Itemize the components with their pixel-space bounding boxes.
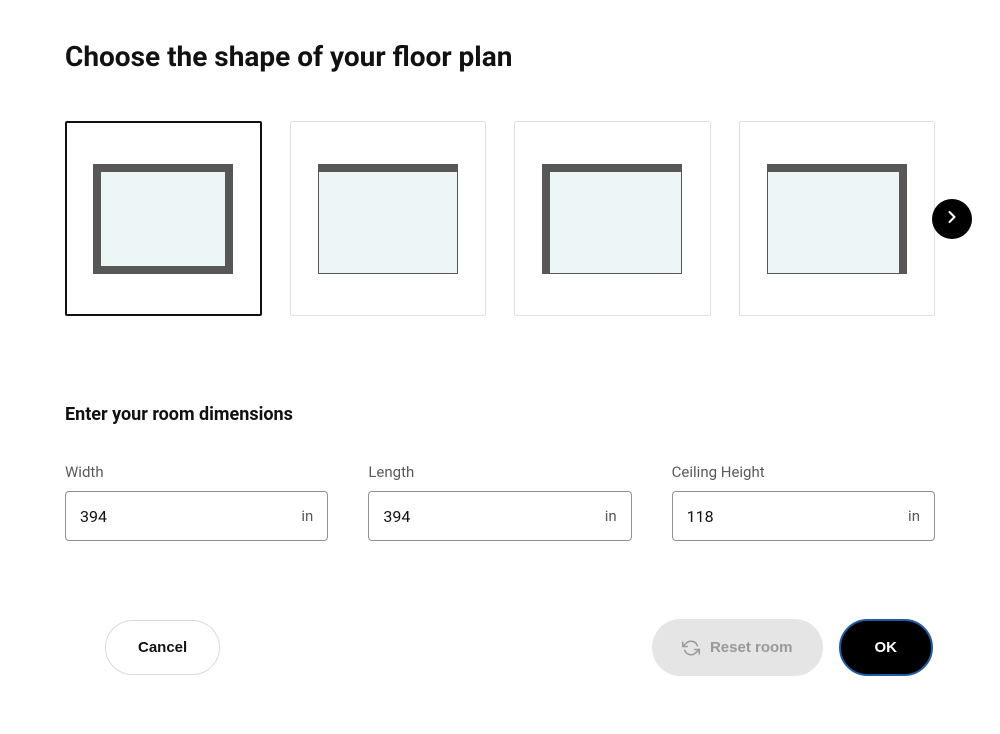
shape-options [65, 121, 935, 316]
ok-button[interactable]: OK [839, 619, 934, 676]
shape-option-closed[interactable] [65, 121, 262, 316]
width-label: Width [65, 463, 328, 481]
length-input[interactable] [383, 507, 604, 526]
width-input[interactable] [80, 507, 301, 526]
dimension-field-length: Length in [368, 463, 631, 541]
shape-option-top-right[interactable] [739, 121, 935, 316]
width-unit: in [301, 507, 313, 525]
chevron-right-icon [942, 207, 962, 230]
dimension-field-width: Width in [65, 463, 328, 541]
length-unit: in [605, 507, 617, 525]
reset-icon [682, 639, 700, 657]
button-row: Cancel Reset room OK [65, 619, 935, 676]
dimension-field-ceiling: Ceiling Height in [672, 463, 935, 541]
page-title: Choose the shape of your floor plan [65, 40, 935, 73]
shape-rectangle-closed-icon [93, 164, 233, 274]
cancel-button[interactable]: Cancel [105, 620, 220, 675]
shape-option-top[interactable] [290, 121, 486, 316]
dimensions-title: Enter your room dimensions [65, 404, 935, 425]
reset-label: Reset room [710, 639, 793, 656]
ceiling-input-wrapper[interactable]: in [672, 491, 935, 541]
shape-option-top-left[interactable] [514, 121, 710, 316]
length-input-wrapper[interactable]: in [368, 491, 631, 541]
ceiling-input[interactable] [687, 507, 908, 526]
next-arrow-button[interactable] [932, 199, 972, 239]
right-buttons: Reset room OK [652, 619, 933, 676]
shape-rectangle-top-left-icon [542, 164, 682, 274]
reset-room-button[interactable]: Reset room [652, 619, 823, 676]
ceiling-label: Ceiling Height [672, 463, 935, 481]
shape-rectangle-top-icon [318, 164, 458, 274]
ceiling-unit: in [908, 507, 920, 525]
width-input-wrapper[interactable]: in [65, 491, 328, 541]
length-label: Length [368, 463, 631, 481]
shape-rectangle-top-right-icon [767, 164, 907, 274]
dimensions-row: Width in Length in Ceiling Height in [65, 463, 935, 541]
